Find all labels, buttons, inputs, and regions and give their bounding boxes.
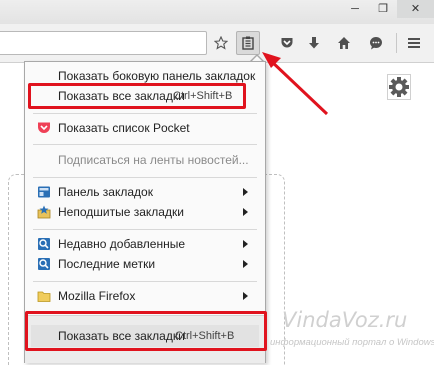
annotation-arrow-layer	[262, 52, 329, 116]
annotation-arrowhead	[262, 52, 281, 68]
annotation-arrow-line	[268, 58, 329, 116]
